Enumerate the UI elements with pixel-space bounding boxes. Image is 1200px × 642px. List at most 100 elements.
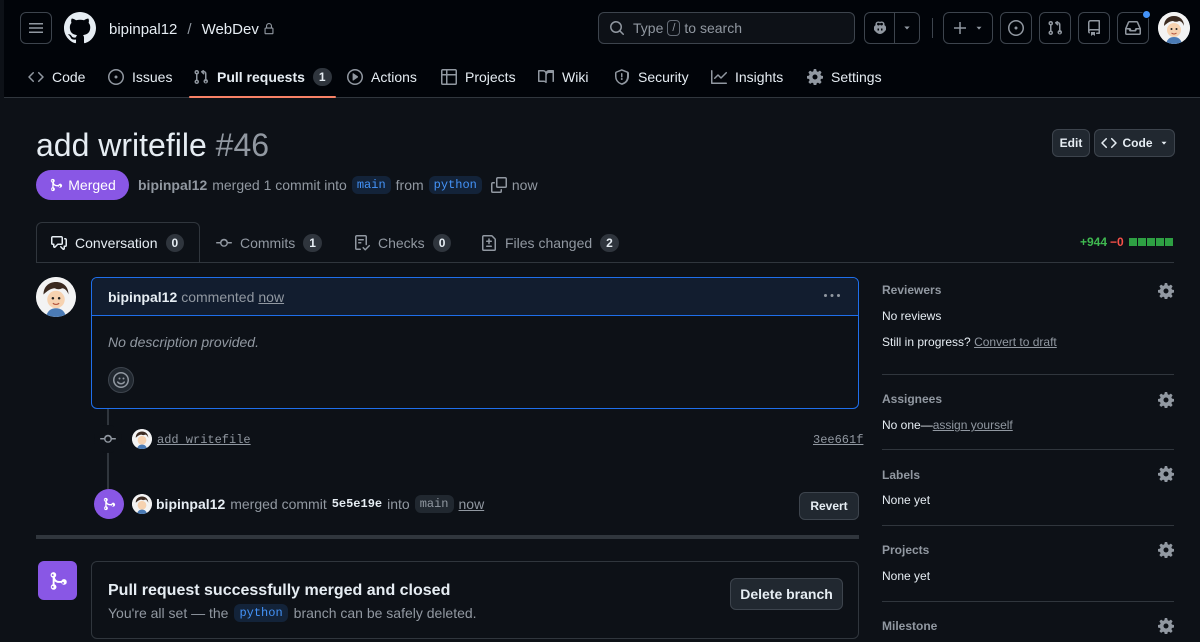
diffstat-additions: +944 <box>1080 235 1108 249</box>
tab-checks[interactable]: Checks 0 <box>354 224 452 262</box>
pr-meta: bipinpal12 merged 1 commit into main fro… <box>138 176 538 194</box>
github-mark-icon <box>64 12 96 44</box>
search-input[interactable]: Type / to search <box>598 12 855 44</box>
comment-discussion-icon <box>51 235 67 250</box>
head-branch[interactable]: python <box>428 176 482 194</box>
issue-opened-icon <box>108 69 124 85</box>
sidebar-divider <box>882 449 1174 450</box>
tab-wiki[interactable]: Wiki <box>538 58 588 96</box>
merge-event-text: bipinpal12 merged commit 5e5e19e into ma… <box>156 495 484 513</box>
assignees-heading[interactable]: Assignees <box>882 392 942 406</box>
labels-value: None yet <box>882 493 931 507</box>
code-dropdown-button[interactable]: Code <box>1094 129 1175 157</box>
gear-icon <box>1158 466 1174 482</box>
tab-issues-label: Issues <box>132 69 173 85</box>
tab-code-label: Code <box>52 69 86 85</box>
search-prefix: Type <box>633 20 664 36</box>
issues-button[interactable] <box>1000 12 1032 44</box>
reviewers-heading[interactable]: Reviewers <box>882 283 941 297</box>
delete-branch-button[interactable]: Delete branch <box>730 578 843 610</box>
reviewers-settings[interactable] <box>1158 283 1174 299</box>
tab-conversation[interactable]: Conversation 0 <box>36 222 200 262</box>
smiley-icon <box>113 372 129 388</box>
tab-actions[interactable]: Actions <box>347 58 417 96</box>
commit-event-badge <box>94 425 122 453</box>
tab-files-changed[interactable]: Files changed 2 <box>481 224 619 262</box>
triangle-down-icon <box>904 26 910 30</box>
merge-author-avatar[interactable] <box>132 494 152 514</box>
edit-title-button[interactable]: Edit <box>1052 129 1090 157</box>
merged-box-branch[interactable]: python <box>234 604 288 622</box>
user-avatar[interactable] <box>1158 12 1190 44</box>
header-divider <box>932 18 933 38</box>
breadcrumb-repo[interactable]: WebDev <box>202 21 259 38</box>
merge-sha[interactable]: 5e5e19e <box>332 497 382 511</box>
active-tab-underline <box>189 96 336 98</box>
tab-commits[interactable]: Commits 1 <box>216 224 322 262</box>
revert-button[interactable]: Revert <box>799 492 859 520</box>
code-icon <box>1100 137 1117 149</box>
github-logo[interactable] <box>64 12 96 44</box>
tab-projects[interactable]: Projects <box>441 58 516 96</box>
pr-author[interactable]: bipinpal12 <box>138 177 207 193</box>
copy-icon[interactable] <box>490 177 507 193</box>
comment-time[interactable]: now <box>258 289 284 305</box>
labels-heading[interactable]: Labels <box>882 468 920 482</box>
assignees-settings[interactable] <box>1158 392 1174 408</box>
timeline-end-divider <box>36 535 859 539</box>
pr-title: add writefile #46 <box>36 125 269 165</box>
create-new-button[interactable] <box>943 12 993 44</box>
avatar-illustration-icon <box>36 277 76 317</box>
repositories-button[interactable] <box>1078 12 1110 44</box>
merge-branch[interactable]: main <box>414 495 454 513</box>
merge-author[interactable]: bipinpal12 <box>156 496 225 512</box>
revert-button-label: Revert <box>810 499 848 513</box>
comment-author-avatar[interactable] <box>36 277 76 317</box>
base-branch[interactable]: main <box>351 176 391 194</box>
graph-icon <box>711 70 727 84</box>
comment-options-button[interactable] <box>824 288 840 304</box>
tab-code[interactable]: Code <box>28 58 85 96</box>
merge-into-text: into <box>387 496 410 512</box>
sidebar-divider <box>882 601 1174 602</box>
merge-time[interactable]: now <box>459 496 485 512</box>
tab-pull-requests[interactable]: Pull requests 1 <box>193 58 332 96</box>
triangle-down-icon <box>1161 141 1166 145</box>
commit-author-avatar[interactable] <box>132 429 152 449</box>
pr-time: now <box>511 177 538 193</box>
tab-security[interactable]: Security <box>614 58 689 96</box>
table-icon <box>441 69 457 85</box>
copilot-button[interactable] <box>864 12 920 44</box>
assign-yourself-link[interactable]: assign yourself <box>933 418 1013 432</box>
milestone-settings[interactable] <box>1158 618 1174 634</box>
tab-settings[interactable]: Settings <box>807 58 882 96</box>
git-merge-icon <box>51 178 63 192</box>
shield-icon <box>615 69 629 85</box>
notification-dot <box>1142 10 1151 19</box>
convert-to-draft-link[interactable]: Convert to draft <box>974 335 1057 349</box>
merge-text: merged commit <box>230 496 327 512</box>
git-merge-icon <box>50 571 67 590</box>
play-icon <box>347 69 363 85</box>
code-button-label: Code <box>1122 136 1153 150</box>
labels-settings[interactable] <box>1158 466 1174 482</box>
global-header: bipinpal12 / WebDev Type / to search Cod… <box>4 0 1200 98</box>
breadcrumb-owner[interactable]: bipinpal12 <box>109 21 177 38</box>
milestone-heading[interactable]: Milestone <box>882 619 937 633</box>
tab-actions-label: Actions <box>371 69 417 85</box>
pr-state-label: Merged <box>68 177 116 193</box>
commit-sha[interactable]: 3ee661f <box>813 433 863 447</box>
commit-message[interactable]: add writefile <box>157 433 251 447</box>
add-reaction-button[interactable] <box>108 367 134 393</box>
files-changed-count: 2 <box>600 234 619 252</box>
tab-insights[interactable]: Insights <box>711 58 783 96</box>
checklist-icon <box>355 235 370 251</box>
gear-icon <box>1158 542 1174 558</box>
edit-button-label: Edit <box>1059 136 1083 150</box>
comment-author[interactable]: bipinpal12 <box>108 289 177 305</box>
pull-requests-button[interactable] <box>1039 12 1071 44</box>
menu-button[interactable] <box>20 12 52 44</box>
projects-heading[interactable]: Projects <box>882 543 929 557</box>
projects-settings[interactable] <box>1158 542 1174 558</box>
tab-issues[interactable]: Issues <box>108 58 172 96</box>
